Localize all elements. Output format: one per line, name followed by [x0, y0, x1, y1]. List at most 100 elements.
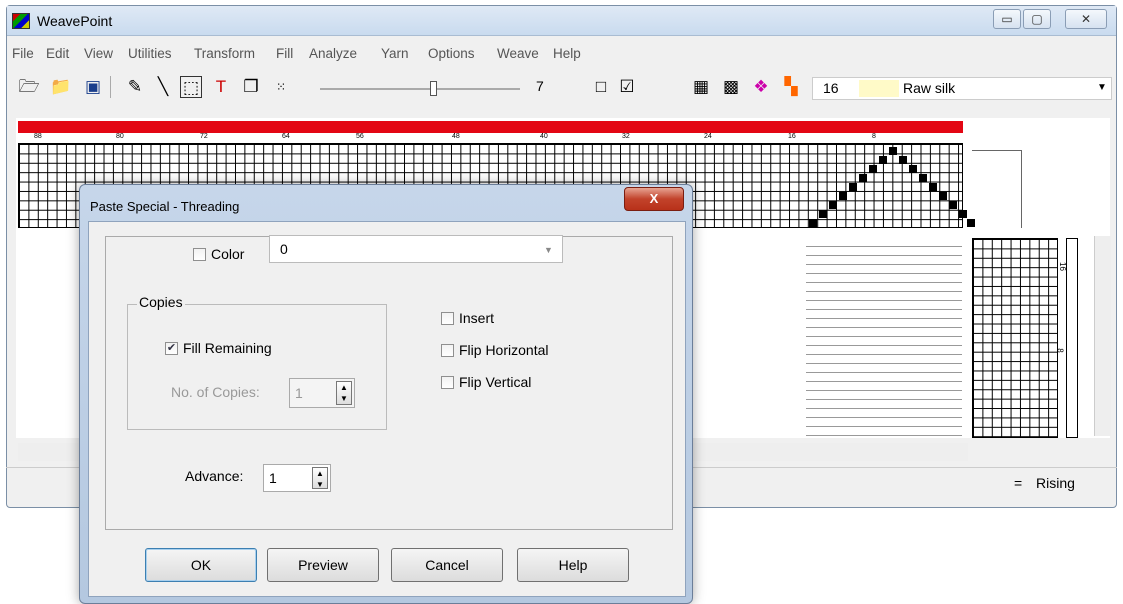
menu-yarn[interactable]: Yarn	[381, 46, 409, 61]
red-t-icon[interactable]: T	[210, 76, 232, 98]
close-button[interactable]: ✕	[1065, 9, 1107, 29]
ruler-label: 64	[282, 133, 290, 140]
copy-icon[interactable]: ❐	[240, 76, 262, 98]
select-icon[interactable]: ⬚	[180, 76, 202, 98]
menu-options[interactable]: Options	[428, 46, 475, 61]
menu-fill[interactable]: Fill	[276, 46, 293, 61]
thread-mark	[849, 183, 857, 191]
vertical-scrollbar[interactable]	[1094, 236, 1111, 436]
thread-mark	[919, 174, 927, 182]
fill-remaining-checkbox[interactable]: ✔	[165, 342, 178, 355]
color-number: 16	[823, 80, 839, 96]
thread-mark	[899, 156, 907, 164]
ruler-label: 88	[34, 133, 42, 140]
thread-mark	[949, 201, 957, 209]
fabric-icon[interactable]: ▦	[690, 76, 712, 98]
yarn-name: Raw silk	[903, 80, 956, 96]
flip-vertical-checkbox[interactable]	[441, 376, 454, 389]
ruler-label: 32	[622, 133, 630, 140]
insert-label: Insert	[459, 310, 495, 326]
menu-view[interactable]: View	[84, 46, 113, 61]
copies-count-spinner[interactable]: 1 ▲ ▼	[289, 378, 355, 408]
menu-utilities[interactable]: Utilities	[128, 46, 172, 61]
ok-button[interactable]: OK	[145, 548, 257, 582]
dialog-title: Paste Special - Threading	[90, 199, 240, 214]
ruler-label: 48	[452, 133, 460, 140]
ruler-label: 40	[540, 133, 548, 140]
thread-ruler: 88 80 72 64 56 48 40 32 24 16 8	[18, 133, 963, 143]
lift-plan-lines	[972, 150, 1022, 228]
color-swatch	[859, 80, 899, 97]
thread-mark	[809, 219, 817, 227]
menu-bar: File Edit View Utilities Transform Fill …	[0, 42, 1109, 66]
thread-mark	[909, 165, 917, 173]
menu-file[interactable]: File	[12, 46, 34, 61]
maximize-button[interactable]: ▢	[1023, 9, 1051, 29]
thread-mark	[869, 165, 877, 173]
thread-mark	[829, 201, 837, 209]
color-value: 0	[280, 241, 288, 257]
help-button[interactable]: Help	[517, 548, 629, 582]
pencil-icon[interactable]: ✎	[124, 76, 146, 98]
treadle-column	[1066, 238, 1078, 438]
yarn-combo[interactable]: 16 Raw silk ▼	[812, 77, 1112, 100]
color-checkbox[interactable]	[193, 248, 206, 261]
thread-mark	[939, 192, 947, 200]
thread-mark	[929, 183, 937, 191]
new-page-icon[interactable]: □	[590, 76, 612, 98]
spinner-arrows-icon[interactable]: ▲ ▼	[336, 381, 352, 405]
ruler-label: 72	[200, 133, 208, 140]
menu-analyze[interactable]: Analyze	[309, 46, 357, 61]
color-label: Color	[211, 246, 245, 262]
pattern-view-icon[interactable]: ▩	[720, 76, 742, 98]
window-title: WeavePoint	[37, 13, 113, 29]
spinner-arrows-icon[interactable]: ▲ ▼	[312, 467, 328, 489]
advance-value: 1	[269, 470, 277, 486]
zoom-slider-thumb[interactable]	[430, 81, 437, 96]
chevron-down-icon[interactable]: ▼	[1097, 82, 1107, 93]
menu-edit[interactable]: Edit	[46, 46, 69, 61]
ruler-label: 8	[872, 133, 876, 140]
fill-remaining-label: Fill Remaining	[183, 340, 272, 356]
minimize-button[interactable]: ▭	[993, 9, 1021, 29]
app-logo-icon	[12, 13, 30, 29]
chevron-down-icon[interactable]: ▼	[544, 245, 553, 255]
color-select[interactable]: 0 ▼	[269, 235, 563, 263]
dialog-body: Color 0 ▼ Copies ✔ Fill Remaining No. of…	[88, 221, 686, 597]
save-icon[interactable]: ▣	[82, 76, 104, 98]
advance-spinner[interactable]: 1 ▲ ▼	[263, 464, 331, 492]
dialog-close-button[interactable]: X	[624, 187, 684, 211]
flip-horizontal-checkbox[interactable]	[441, 344, 454, 357]
advance-label: Advance:	[185, 468, 244, 484]
thread-mark	[879, 156, 887, 164]
ruler-label: 56	[356, 133, 364, 140]
copies-legend: Copies	[137, 294, 185, 310]
preview-button[interactable]: Preview	[267, 548, 379, 582]
line-icon[interactable]: ╲	[152, 76, 174, 98]
pattern-icon[interactable]: ⁙	[270, 76, 292, 98]
thread-mark	[889, 147, 897, 155]
zoom-value: 7	[536, 78, 544, 94]
thread-mark	[819, 210, 827, 218]
zoom-slider[interactable]	[320, 88, 520, 90]
warp-color-bar[interactable]	[18, 121, 963, 133]
folder-icon[interactable]: 📁	[50, 76, 72, 98]
insert-checkbox[interactable]	[441, 312, 454, 325]
copies-count-label: No. of Copies:	[171, 384, 260, 400]
open-file-icon[interactable]: 🗁	[18, 76, 40, 98]
check-page-icon[interactable]: ☑	[616, 76, 638, 98]
colors-icon[interactable]: ❖	[750, 76, 772, 98]
paste-special-dialog: Paste Special - Threading X Color 0 ▼ Co…	[79, 184, 693, 604]
menu-help[interactable]: Help	[553, 46, 581, 61]
menu-weave[interactable]: Weave	[497, 46, 539, 61]
thread-mark	[959, 210, 967, 218]
copies-count-value: 1	[295, 385, 303, 401]
status-mode: Rising	[1036, 475, 1075, 491]
palette-icon[interactable]: ▚	[780, 76, 802, 98]
menu-transform[interactable]: Transform	[194, 46, 255, 61]
ruler-label: 80	[116, 133, 124, 140]
ruler-label: 24	[704, 133, 712, 140]
tieup-grid[interactable]	[972, 238, 1058, 438]
treadling-lines	[806, 238, 962, 438]
cancel-button[interactable]: Cancel	[391, 548, 503, 582]
